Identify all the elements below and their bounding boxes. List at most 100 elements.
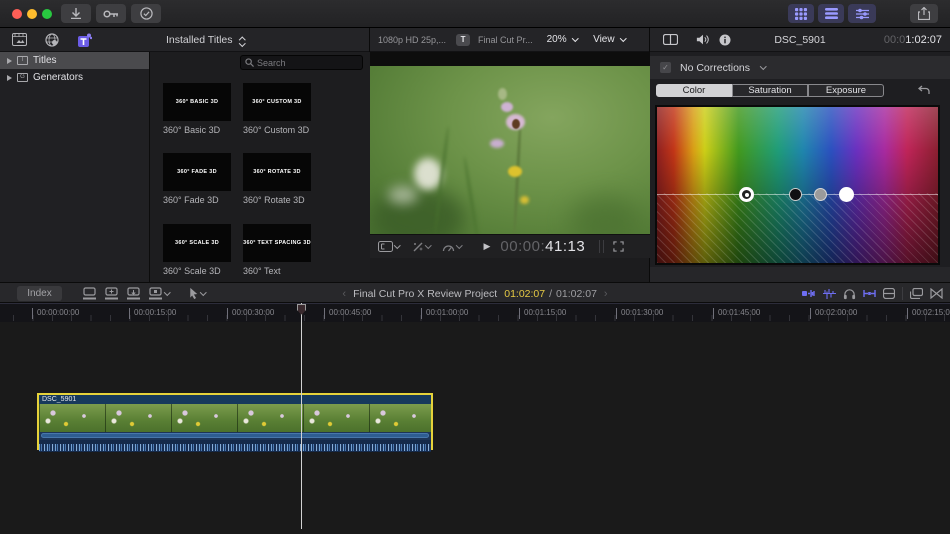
viewer-canvas[interactable]: ▶ 00:00:41:13 [370,52,650,258]
format-label: 1080p HD 25p,... [378,34,447,45]
playhead-line[interactable] [301,303,302,529]
tab-color[interactable]: Color [656,84,732,97]
title-thumbnail[interactable]: 360° CUSTOM 3D [243,83,311,121]
list-view-icon [824,8,838,19]
prev-project-button[interactable]: ‹ [342,288,346,300]
reset-arrow-icon[interactable] [918,85,930,95]
installed-titles-dropdown[interactable]: Installed Titles [120,28,290,52]
index-button[interactable]: Index [17,286,62,301]
play-button[interactable]: ▶ [484,241,491,252]
search-input[interactable] [257,57,352,68]
titles-generators-icon[interactable] [77,33,92,47]
connect-clip-icon[interactable] [82,287,97,300]
list-view-button[interactable] [818,4,844,23]
title-item[interactable]: 360° FADE 3D 360° Fade 3D [163,153,231,205]
timeline-toolbar: Index ‹ Final Cut Pro X Review Project 0… [0,282,950,303]
title-thumbnail[interactable]: 360° ROTATE 3D [243,153,311,191]
enhancements-menu[interactable] [412,241,431,253]
clip-filmstrip[interactable] [39,404,431,432]
trim-icon[interactable] [863,288,876,299]
corrections-checkbox[interactable]: ✓ [660,62,671,73]
title-thumbnail[interactable]: 360° TEXT SPACING 3D [243,224,311,262]
title-thumbnail[interactable]: 360° SCALE 3D [163,224,231,262]
video-inspector-tab[interactable] [663,34,678,45]
minimize-window-button[interactable] [27,9,37,19]
background-blur [570,196,640,238]
crop-transform-menu[interactable] [378,241,401,252]
titles-overlay-button[interactable]: T [456,33,471,46]
color-board[interactable] [655,105,940,265]
highlights-puck[interactable] [839,187,854,202]
audio-waveform-icon[interactable] [823,288,836,299]
inspector-bottom-strip [650,267,950,282]
overwrite-clip-menu[interactable] [148,287,171,300]
title-thumbnail[interactable]: 360° BASIC 3D [163,83,231,121]
timeline-project-name[interactable]: Final Cut Pro X Review Project [353,288,497,300]
grid-view-button[interactable] [788,4,814,23]
zoom-window-button[interactable] [42,9,52,19]
view-dropdown[interactable]: View [593,34,627,45]
clip-audio-waveform[interactable] [39,440,431,452]
corrections-row[interactable]: ✓ No Corrections [650,56,950,79]
headphones-icon[interactable] [843,288,856,300]
title-item[interactable]: 360° ROTATE 3D 360° Rotate 3D [243,153,311,205]
key-button[interactable] [96,4,126,23]
disclosure-triangle-icon[interactable] [7,74,12,81]
stacked-panels-icon[interactable] [910,288,923,299]
global-ring-puck[interactable] [739,187,754,202]
title-item[interactable]: 360° CUSTOM 3D 360° Custom 3D [243,83,311,135]
info-inspector-tab[interactable] [719,34,731,46]
generators-icon: G [17,73,28,82]
orchid-bud [498,88,507,100]
tab-saturation[interactable]: Saturation [732,84,808,97]
title-label: 360° Custom 3D [243,125,310,135]
white-fluff [388,186,418,204]
check-button[interactable] [131,4,161,23]
timeline-ruler[interactable]: 00:00:00:00 00:00:15:00 00:00:30:00 00:0… [0,303,950,322]
effects-icon[interactable] [883,288,895,299]
disclosure-triangle-icon[interactable] [7,57,12,64]
insert-clip-icon[interactable] [104,287,119,300]
fcpx-window: Installed Titles T Titles G Generators S… [0,0,950,534]
viewer-pane: 1080p HD 25p,... T Final Cut Pr... 20% V… [370,28,650,282]
shadows-puck[interactable] [789,188,802,201]
sidebar-item-generators[interactable]: G Generators [0,69,149,86]
retime-menu[interactable] [442,242,463,252]
next-project-button[interactable]: › [604,288,608,300]
title-label: 360° Fade 3D [163,195,219,205]
title-item[interactable]: 360° SCALE 3D 360° Scale 3D [163,224,231,276]
download-icon [71,8,81,19]
title-thumbnail[interactable]: 360° FADE 3D [163,153,231,191]
zoom-dropdown[interactable]: 20% [547,34,579,45]
ruler-label: 00:01:15:00 [519,308,566,319]
check-circle-icon [139,7,153,20]
midtones-puck[interactable] [814,188,827,201]
timeline-clip[interactable]: DSC_5901 [37,393,433,452]
ruler-label: 00:02:15:00 [907,308,950,319]
browser-sidebar: T Titles G Generators [0,52,150,282]
title-item[interactable]: 360° BASIC 3D 360° Basic 3D [163,83,231,135]
corrections-label: No Corrections [680,61,751,74]
download-button[interactable] [61,4,91,23]
tab-exposure[interactable]: Exposure [808,84,884,97]
view-label: View [593,34,615,45]
effects-globe-icon[interactable] [45,32,59,47]
pointer-tool-menu[interactable] [189,287,206,300]
adjust-button[interactable] [848,4,876,23]
bowtie-icon[interactable] [930,288,943,299]
audio-inspector-tab[interactable] [696,34,710,45]
viewer-controls: ▶ 00:00:41:13 [370,234,650,258]
timeline-track-area[interactable]: DSC_5901 [0,322,950,534]
sidebar-item-titles[interactable]: T Titles [0,52,149,69]
append-clip-icon[interactable] [126,287,141,300]
clip-volume-bar[interactable] [39,432,431,440]
share-button[interactable] [910,4,938,23]
clip-appearance-icon[interactable] [802,288,816,299]
title-item[interactable]: 360° TEXT SPACING 3D 360° Text [243,224,311,276]
inspector-pane: DSC_5901 00:0 1:02:07 ✓ No Corrections Co… [650,28,950,282]
current-timecode: 01:02:07 [504,287,546,300]
photos-media-icon[interactable] [12,33,27,46]
fullscreen-icon[interactable] [613,241,624,252]
search-field[interactable] [240,55,363,70]
close-window-button[interactable] [12,9,22,19]
